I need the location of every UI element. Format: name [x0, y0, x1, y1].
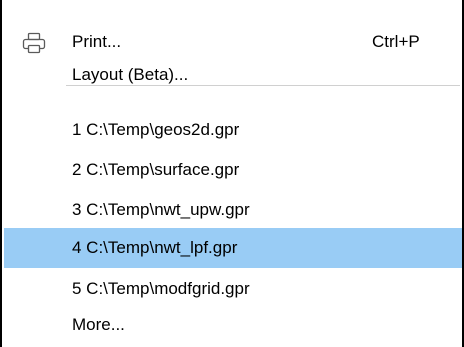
menu-item-print-label: Print... [72, 32, 122, 51]
recent-file-label: 5 C:\Temp\modfgrid.gpr [72, 279, 250, 298]
recent-file-item[interactable]: 1 C:\Temp\geos2d.gpr [4, 110, 462, 150]
menu-item-more[interactable]: More... [4, 305, 462, 345]
menu-item-layout-label: Layout (Beta)... [72, 65, 189, 84]
menu-item-more-label: More... [72, 315, 125, 334]
printer-icon [22, 32, 46, 54]
file-menu: Print... Ctrl+P Layout (Beta)... 1 C:\Te… [0, 0, 464, 347]
recent-file-label: 4 C:\Temp\nwt_lpf.gpr [72, 238, 238, 257]
recent-file-label: 3 C:\Temp\nwt_upw.gpr [72, 200, 250, 219]
print-shortcut: Ctrl+P [372, 32, 420, 51]
recent-file-item[interactable]: 3 C:\Temp\nwt_upw.gpr [4, 190, 462, 230]
recent-file-item-highlighted[interactable]: 4 C:\Temp\nwt_lpf.gpr [4, 228, 462, 268]
recent-file-label: 1 C:\Temp\geos2d.gpr [72, 120, 240, 139]
recent-file-item[interactable]: 5 C:\Temp\modfgrid.gpr [4, 269, 462, 309]
menu-item-layout[interactable]: Layout (Beta)... [4, 55, 462, 95]
recent-file-item[interactable]: 2 C:\Temp\surface.gpr [4, 150, 462, 190]
menu-separator [66, 85, 460, 86]
recent-file-label: 2 C:\Temp\surface.gpr [72, 160, 240, 179]
